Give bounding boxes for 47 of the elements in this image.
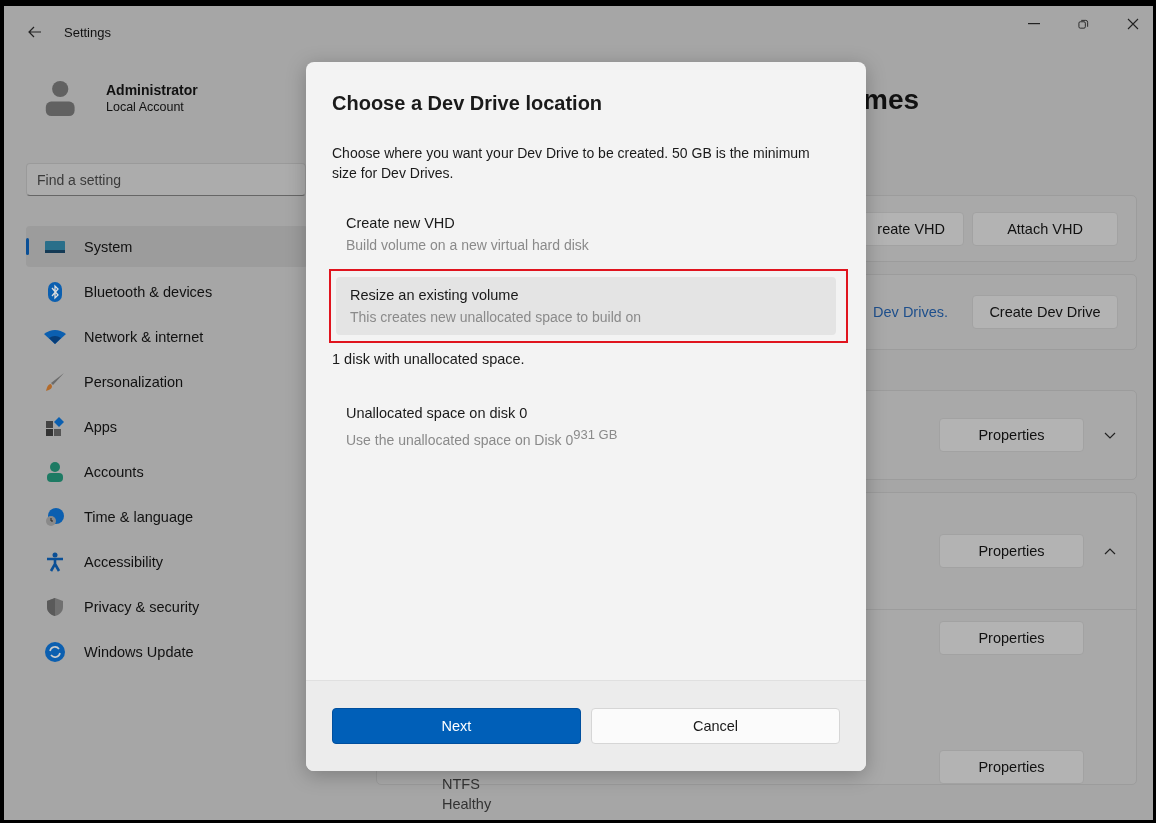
chevron-down-icon[interactable] bbox=[1104, 431, 1116, 439]
accessibility-icon bbox=[44, 551, 66, 572]
shield-icon bbox=[44, 596, 66, 617]
wifi-icon bbox=[44, 329, 66, 344]
account-name: Administrator bbox=[106, 82, 198, 98]
nav-item[interactable]: Personalization bbox=[26, 361, 308, 402]
location-option[interactable]: Create new VHD Build volume on a new virtual hard disk bbox=[332, 205, 848, 263]
properties-button[interactable]: Properties bbox=[939, 534, 1084, 568]
nav-item[interactable]: Privacy & security bbox=[26, 586, 308, 627]
next-button[interactable]: Next bbox=[332, 708, 581, 744]
chevron-up-icon[interactable] bbox=[1104, 547, 1116, 555]
update-icon bbox=[44, 641, 66, 662]
globe-clock-icon bbox=[44, 506, 66, 527]
nav-item[interactable]: Windows Update bbox=[26, 631, 308, 672]
restore-icon[interactable] bbox=[1078, 18, 1089, 30]
window-title: Settings bbox=[64, 24, 111, 40]
cancel-button[interactable]: Cancel bbox=[591, 708, 840, 744]
monitor-icon bbox=[44, 238, 66, 255]
properties-button[interactable]: Properties bbox=[939, 621, 1084, 655]
action-button[interactable]: Attach VHD bbox=[972, 211, 1118, 246]
properties-button[interactable]: Properties bbox=[939, 418, 1084, 452]
volume-detail: NTFS bbox=[442, 776, 481, 792]
nav-item[interactable]: System bbox=[26, 226, 308, 267]
paintbrush-icon bbox=[44, 371, 66, 392]
nav-item[interactable]: Time & language bbox=[26, 496, 308, 537]
nav-item[interactable]: Apps bbox=[26, 406, 308, 447]
minimize-icon[interactable] bbox=[1028, 23, 1040, 25]
disk-count-text: 1 disk with unallocated space. bbox=[332, 351, 526, 367]
back-arrow-icon[interactable] bbox=[28, 26, 42, 38]
dialog-description: Choose where you want your Dev Drive to be created. 50 GB is the minimum size for Dev Drives. bbox=[332, 144, 811, 183]
properties-button[interactable]: Properties bbox=[939, 750, 1084, 784]
page-title: mes bbox=[863, 83, 921, 117]
apps-icon bbox=[44, 416, 66, 437]
account-type: Local Account bbox=[106, 100, 185, 114]
nav-item[interactable]: Bluetooth & devices bbox=[26, 271, 308, 312]
person-icon bbox=[44, 461, 66, 482]
dialog-title: Choose a Dev Drive location bbox=[332, 92, 604, 115]
search-field[interactable]: Find a setting bbox=[26, 163, 306, 196]
nav-item[interactable]: Network & internet bbox=[26, 316, 308, 357]
nav-item[interactable]: Accounts bbox=[26, 451, 308, 492]
close-icon[interactable] bbox=[1127, 18, 1139, 30]
nav-item[interactable]: Accessibility bbox=[26, 541, 308, 582]
link[interactable]: Dev Drives. bbox=[873, 304, 948, 320]
selection-indicator bbox=[26, 238, 29, 255]
volume-detail: Healthy bbox=[442, 796, 492, 812]
location-option[interactable]: Resize an existing volume This creates new unallocated space to build on bbox=[336, 277, 836, 335]
action-button[interactable]: Create Dev Drive bbox=[972, 295, 1118, 329]
